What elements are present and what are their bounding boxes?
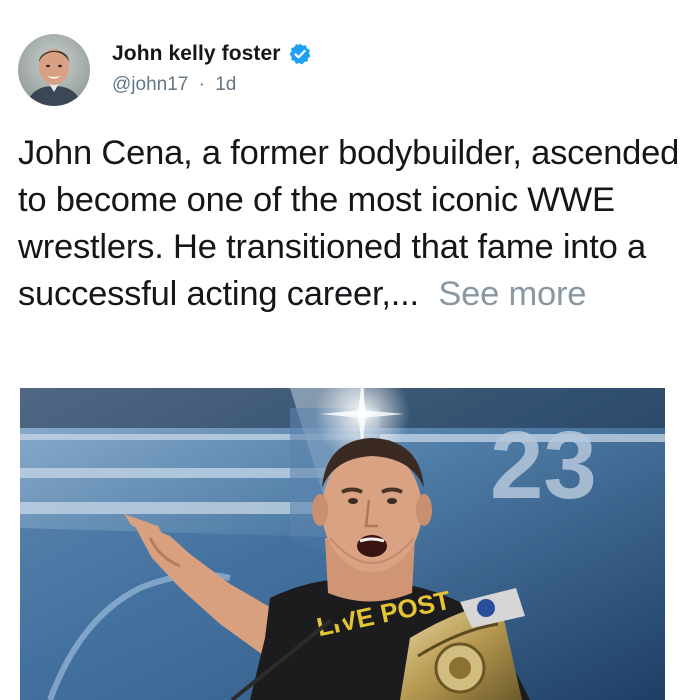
verified-badge-icon bbox=[289, 43, 311, 65]
post-image[interactable]: 23 LIVE POST bbox=[20, 388, 665, 700]
display-name[interactable]: John kelly foster bbox=[112, 42, 281, 66]
see-more-link[interactable]: See more bbox=[438, 275, 586, 313]
name-row: John kelly foster bbox=[112, 40, 312, 68]
tweet-header: John kelly foster @john17 · 1d bbox=[18, 34, 312, 106]
timestamp[interactable]: 1d bbox=[215, 74, 236, 95]
handle-row: @john17 · 1d bbox=[112, 74, 312, 96]
backdrop-number: 23 bbox=[490, 412, 597, 519]
avatar[interactable] bbox=[18, 34, 90, 106]
handle[interactable]: @john17 bbox=[112, 74, 188, 95]
user-meta: John kelly foster @john17 · 1d bbox=[112, 40, 312, 96]
tweet-card: John kelly foster @john17 · 1d John Cena… bbox=[0, 0, 700, 700]
separator-dot: · bbox=[198, 74, 205, 95]
tweet-text: John Cena, a former bodybuilder, ascende… bbox=[18, 130, 686, 318]
